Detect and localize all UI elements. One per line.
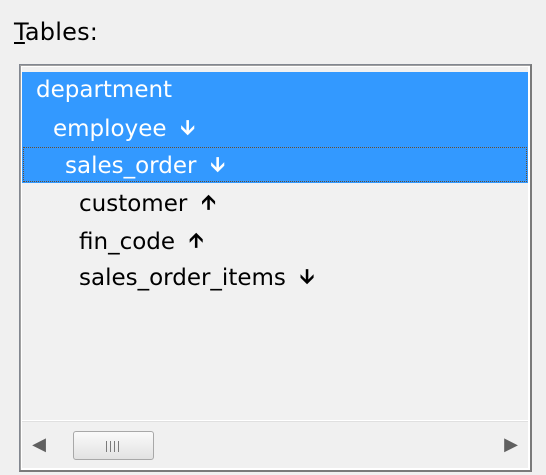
- tables-label-mnemonic: T: [14, 18, 25, 46]
- tree-item-label: sales_order_items: [79, 265, 286, 291]
- tables-tree[interactable]: department employee 🡫 sales_order 🡫 custom…: [19, 64, 532, 472]
- tables-tree-content: department employee 🡫 sales_order 🡫 custom…: [22, 67, 528, 420]
- tree-item-label: department: [36, 77, 173, 103]
- arrow-down-icon: 🡫: [299, 264, 315, 288]
- tables-label-text: ables:: [24, 18, 99, 46]
- tree-item-fin-code[interactable]: fin_code 🡩: [22, 222, 528, 259]
- tree-item-label: fin_code: [79, 229, 176, 255]
- tree-item-sales-order[interactable]: sales_order 🡫: [22, 146, 528, 183]
- scrollbar-thumb[interactable]: [73, 431, 154, 460]
- tree-item-customer[interactable]: customer 🡩: [22, 184, 528, 221]
- tree-item-label: employee: [53, 116, 167, 142]
- chevron-right-icon[interactable]: ▶: [494, 422, 528, 468]
- arrow-down-icon: 🡫: [210, 152, 225, 176]
- tree-item-employee[interactable]: employee 🡫: [22, 109, 528, 146]
- arrow-down-icon: 🡫: [180, 115, 195, 139]
- grip-icon: [106, 441, 122, 452]
- tree-item-label: sales_order: [65, 153, 197, 179]
- tree-item-sales-order-items[interactable]: sales_order_items 🡫: [22, 258, 528, 295]
- tables-label: Tables:: [14, 18, 98, 46]
- arrow-up-icon: 🡩: [189, 228, 204, 252]
- horizontal-scrollbar[interactable]: ◀ ▶: [22, 421, 528, 468]
- tree-item-label: customer: [79, 191, 188, 217]
- chevron-left-icon[interactable]: ◀: [22, 422, 56, 468]
- arrow-up-icon: 🡩: [201, 190, 216, 214]
- tree-item-department[interactable]: department: [22, 72, 528, 109]
